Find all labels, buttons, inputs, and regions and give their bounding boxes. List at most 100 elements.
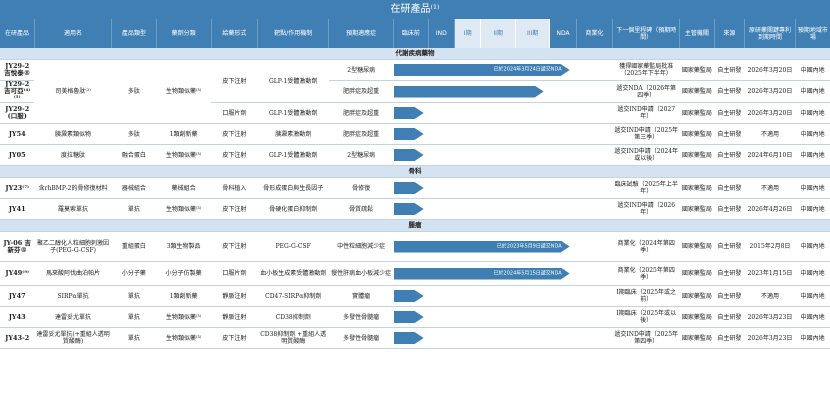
target: 骨硬化蛋白抑制劑 — [257, 198, 329, 220]
milestone: 遞交IND申請（2026年） — [612, 198, 680, 220]
indication: 實體瘤 — [328, 285, 394, 307]
indication: 骨修復 — [328, 177, 394, 199]
source: 自主研發 — [714, 306, 745, 328]
authority: 國家藥監局 — [679, 59, 715, 81]
col-header: 來源 — [714, 19, 746, 48]
patent-expiry: 2026年3月23日 — [744, 306, 796, 328]
source: 自主研發 — [714, 231, 745, 262]
progress-cell: 已於2024年5月15日遞交NDA — [393, 261, 613, 286]
market: 中國內地 — [795, 285, 830, 307]
col-header: 在研產品 — [0, 19, 35, 48]
admin-form: 皮下注射 — [211, 123, 258, 145]
header-row: 在研產品 適用名 產品類型 藥劑分類 給藥形式 靶點/作用機制 預期適應症 臨床… — [0, 19, 830, 48]
authority: 國家藥監局 — [679, 144, 715, 166]
generic-name: 聚乙二醇化人粒細胞刺激因子(PEG-G-CSF) — [34, 231, 112, 262]
source: 自主研發 — [714, 123, 745, 145]
market: 中國內地 — [795, 198, 830, 220]
authority: 國家藥監局 — [679, 80, 715, 103]
target: CD47-SIRPα抑制劑 — [257, 285, 329, 307]
authority: 國家藥監局 — [679, 231, 715, 262]
drug-class: 3類生物製品 — [156, 231, 212, 262]
indication: 肥胖症及超重 — [328, 102, 394, 124]
patent-expiry: 不適用 — [744, 285, 796, 307]
product-type: 單抗 — [111, 306, 157, 328]
patent-expiry: 不適用 — [744, 123, 796, 145]
indication: 多發性骨髓瘤 — [328, 306, 394, 328]
table-row: JY54 胰澱素類似物 多肽 1類創新藥 皮下注射 胰澱素激動劑 肥胖症及超重 … — [0, 123, 830, 145]
product-code: JY49⁽⁹⁾ — [0, 261, 35, 286]
product-code: JY41 — [0, 198, 35, 220]
patent-expiry: 2023年1月15日 — [744, 261, 796, 286]
stage-header: IND — [428, 19, 456, 48]
table-row: JY23⁽⁷⁾ 含rhBMP-2的骨修復材料 器械組合 藥械組合 骨科植入 骨形… — [0, 177, 830, 199]
authority: 國家藥監局 — [679, 198, 715, 220]
col-header: 靶點/作用機制 — [257, 19, 330, 48]
progress-cell — [393, 123, 613, 145]
drug-class: 生物類似藥⁽³⁾ — [156, 144, 212, 166]
product-type: 器械組合 — [111, 177, 157, 199]
patent-expiry: 不適用 — [744, 177, 796, 199]
source: 自主研發 — [714, 261, 745, 286]
target: GLP-1受體激動劑 — [257, 59, 329, 103]
product-code: JY-06 吉新芬® — [0, 231, 35, 262]
progress-cell: 已於2024年3月24日遞交NDA — [393, 59, 613, 81]
progress-arrow — [394, 311, 424, 323]
generic-name: SIRPα單抗 — [34, 285, 112, 307]
progress-arrow — [394, 290, 424, 302]
source: 自主研發 — [714, 285, 745, 307]
drug-class: 生物類似藥⁽³⁾ — [156, 59, 212, 124]
progress-note: 已於2024年5月15日遞交NDA — [493, 270, 562, 276]
patent-expiry: 2026年3月20日 — [744, 80, 796, 103]
col-header: 主管機關 — [679, 19, 715, 48]
milestone: 獲得國家藥監局批准（2025年下半年） — [612, 59, 680, 81]
generic-name: 度拉糖肽 — [34, 144, 112, 166]
col-header: 適用名 — [34, 19, 113, 48]
source: 自主研發 — [714, 198, 745, 220]
progress-cell: 已於2023年5月9日遞交NDA — [393, 231, 613, 262]
product-code: JY05 — [0, 144, 35, 166]
market: 中國內地 — [795, 80, 830, 103]
milestone: I期臨床（2025年或之前） — [612, 285, 680, 307]
indication: 骨質疏鬆 — [328, 198, 394, 220]
source: 自主研發 — [714, 177, 745, 199]
target: PEG-G-CSF — [257, 231, 329, 262]
product-type: 融合蛋白 — [111, 144, 157, 166]
target: 血小板生成素受體激動劑 — [257, 261, 329, 286]
product-code: JY29-2 吉可亞⁽⁴⁾⁽⁵⁾ — [0, 80, 35, 103]
table-row: JY49⁽⁹⁾ 馬來酸阿伐曲泊帕片 小分子藥 小分子仿製藥 口服片劑 血小板生成… — [0, 261, 830, 286]
col-header: 原研藥關鍵專利到期時間 — [744, 19, 796, 48]
progress-arrow — [394, 332, 424, 344]
generic-name: 達雷妥尤單抗 — [34, 306, 112, 328]
section-row: 骨科 — [0, 165, 830, 178]
col-header: 預期適應症 — [328, 19, 395, 48]
drug-class: 1類創新藥 — [156, 285, 212, 307]
generic-name: 胰澱素類似物 — [34, 123, 112, 145]
col-header: 產品類型 — [111, 19, 157, 48]
product-type: 單抗 — [111, 285, 157, 307]
progress-cell — [393, 285, 613, 307]
product-code: JY47 — [0, 285, 35, 307]
indication: 肥胖症及超重 — [328, 80, 394, 103]
progress-cell — [393, 80, 613, 103]
authority: 國家藥監局 — [679, 102, 715, 124]
indication: 2型糖尿病 — [328, 59, 394, 81]
product-code: JY29-2 吉悅泰® — [0, 59, 35, 81]
patent-expiry: 2015年2月8日 — [744, 231, 796, 262]
indication: 慢性肝病血小板減少症 — [328, 261, 394, 286]
col-header: 下一個里程碑（預期時間） — [612, 19, 681, 48]
target: 骨形成蛋白與生長因子 — [257, 177, 329, 199]
market: 中國內地 — [795, 59, 830, 81]
generic-name: 羅莫索單抗 — [34, 198, 112, 220]
admin-form: 皮下注射 — [211, 198, 258, 220]
admin-form: 口服片劑 — [211, 261, 258, 286]
progress-arrow — [394, 86, 544, 98]
product-code: JY43-2 — [0, 327, 35, 349]
milestone: 臨床試驗（2025年上半年） — [612, 177, 680, 199]
stage-header: NDA — [549, 19, 577, 48]
source: 自主研發 — [714, 102, 745, 124]
section-label: 代謝疾病藥物 — [0, 48, 830, 60]
authority: 國家藥監局 — [679, 261, 715, 286]
progress-cell — [393, 102, 613, 124]
section-label: 骨科 — [0, 165, 830, 178]
milestone: 遞交IND申請（2025年第四季） — [612, 327, 680, 349]
